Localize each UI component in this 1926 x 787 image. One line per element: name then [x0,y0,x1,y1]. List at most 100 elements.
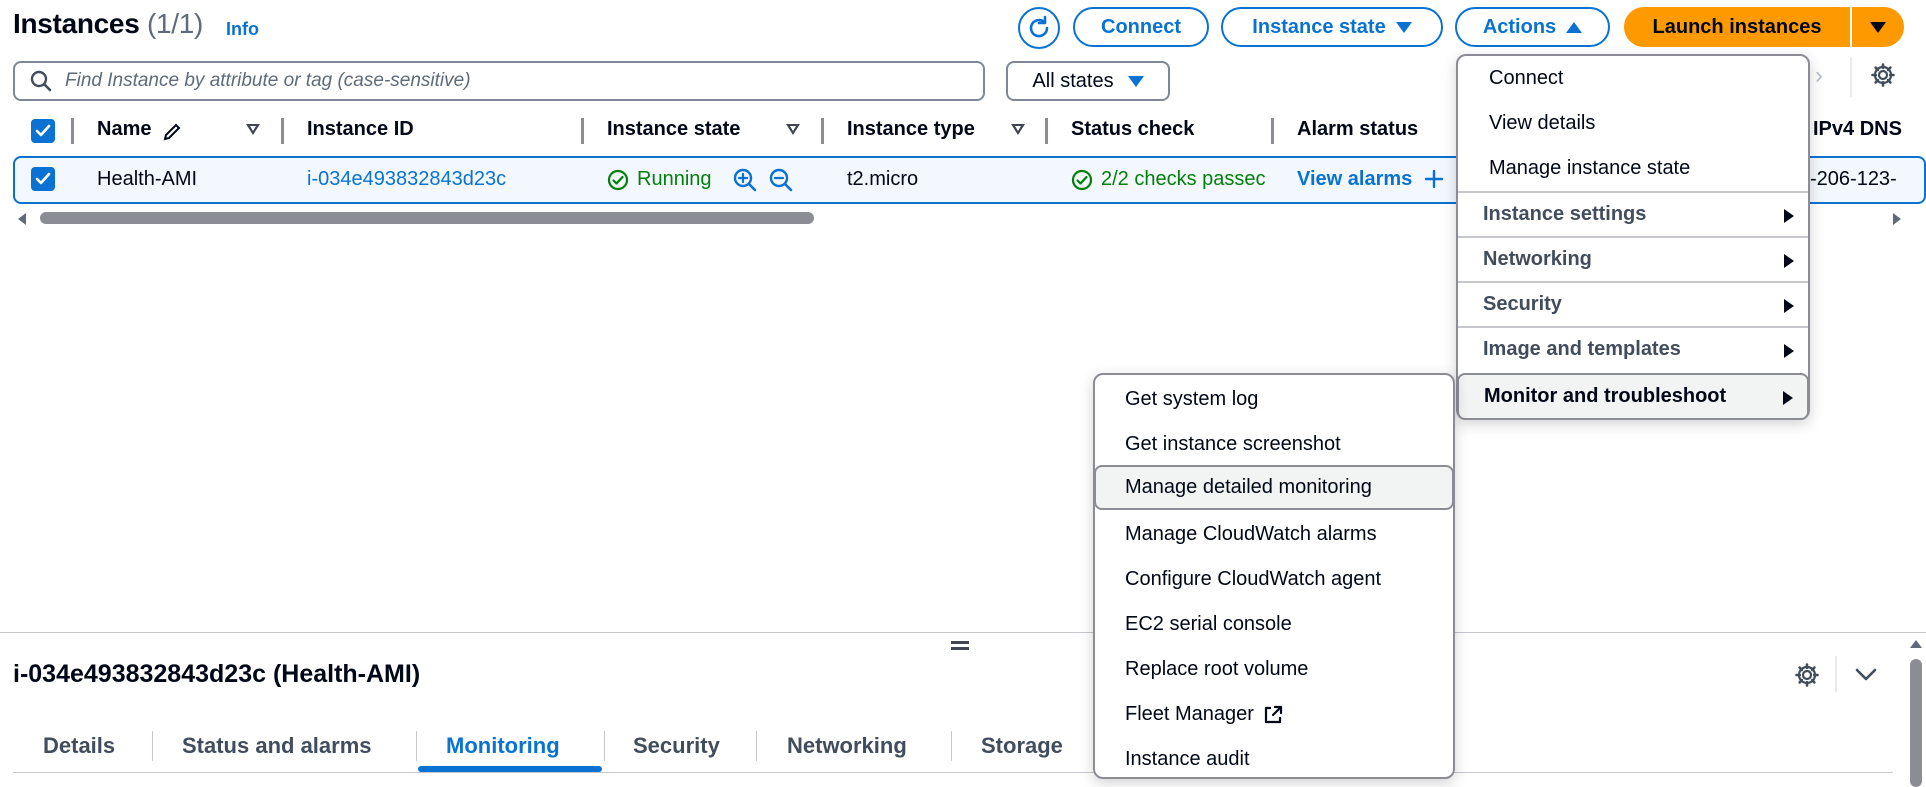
instance-state-button-label: Instance state [1252,15,1386,38]
column-filter-icon[interactable] [786,124,800,135]
instance-name: Health-AMI [97,168,198,190]
submenu-item-fleet-manager[interactable]: Fleet Manager [1095,692,1453,737]
instance-id-link[interactable]: i-034e493832843d23c [307,168,506,191]
checkmark-icon [35,172,51,185]
caret-right-icon [1784,254,1794,268]
search-bar[interactable] [13,61,985,101]
tabs-baseline [13,772,1893,773]
caret-up-icon [1566,21,1583,33]
tab-divider [604,731,605,761]
ipv4-dns-value: -206-123- [1810,168,1897,190]
row-checkbox[interactable] [31,167,55,191]
vertical-scrollbar[interactable] [1910,659,1922,787]
column-divider [821,118,824,144]
scroll-up-arrow[interactable] [1910,640,1922,648]
tab-networking[interactable]: Networking [787,733,907,759]
submenu-item-get-instance-screenshot[interactable]: Get instance screenshot [1095,422,1453,467]
launch-options-button[interactable] [1852,7,1904,47]
menu-group-label: Monitor and troubleshoot [1484,385,1727,407]
scroll-left-arrow[interactable] [18,213,26,225]
submenu-item-instance-audit[interactable]: Instance audit [1095,737,1453,782]
submenu-item-manage-cloudwatch-alarms[interactable]: Manage CloudWatch alarms [1095,512,1453,557]
menu-group-instance-settings[interactable]: Instance settings [1458,191,1808,236]
instance-state-button[interactable]: Instance state [1221,7,1443,47]
instance-state-value: Running [637,168,712,190]
menu-item-label: Connect [1489,67,1564,89]
menu-item-connect[interactable]: Connect [1458,56,1808,101]
submenu-item-configure-cloudwatch-agent[interactable]: Configure CloudWatch agent [1095,557,1453,602]
info-link[interactable]: Info [226,19,259,40]
tab-divider [951,731,952,761]
menu-group-image-and-templates[interactable]: Image and templates [1458,326,1808,371]
next-page-icon[interactable]: › [1815,62,1823,90]
tab-status-and-alarms[interactable]: Status and alarms [182,733,372,759]
refresh-button[interactable] [1018,7,1060,49]
status-check-value: 2/2 checks passec [1101,168,1266,190]
menu-item-view-details[interactable]: View details [1458,101,1808,146]
menu-item-label: View details [1489,112,1596,134]
resize-handle[interactable] [951,641,969,650]
submenu-item-manage-detailed-monitoring[interactable]: Manage detailed monitoring [1094,465,1454,510]
tab-storage[interactable]: Storage [981,733,1063,759]
submenu-item-label: Manage CloudWatch alarms [1125,523,1377,545]
column-divider [281,118,284,144]
caret-right-icon [1784,209,1794,223]
view-alarms-link[interactable]: View alarms [1297,168,1412,191]
actions-button[interactable]: Actions [1455,7,1610,47]
gear-icon[interactable] [1794,662,1820,688]
submenu-item-get-system-log[interactable]: Get system log [1095,377,1453,422]
plus-icon[interactable] [1423,168,1445,190]
column-divider [581,118,584,144]
column-divider [1045,118,1048,144]
actions-button-label: Actions [1482,15,1557,38]
tab-monitoring[interactable]: Monitoring [446,733,560,759]
submenu-item-ec2-serial-console[interactable]: EC2 serial console [1095,602,1453,647]
details-panel-title: i-034e493832843d23c (Health-AMI) [13,660,421,688]
check-circle-icon [1071,169,1093,191]
menu-group-security[interactable]: Security [1458,281,1808,326]
menu-group-networking[interactable]: Networking [1458,236,1808,281]
submenu-item-label: Replace root volume [1125,658,1309,680]
launch-instances-button[interactable]: Launch instances [1624,7,1850,47]
tab-security[interactable]: Security [633,733,720,759]
connect-button-label: Connect [1101,15,1181,38]
column-header-alarm-status[interactable]: Alarm status [1297,118,1418,141]
submenu-item-label: Get instance screenshot [1125,433,1341,455]
menu-group-label: Networking [1483,248,1592,270]
column-header-status-check[interactable]: Status check [1071,118,1194,141]
submenu-item-label: Instance audit [1125,748,1250,770]
tab-details[interactable]: Details [43,733,115,759]
zoom-in-icon[interactable] [732,167,758,193]
scroll-right-arrow[interactable] [1893,213,1901,225]
caret-right-icon [1783,391,1793,405]
monitor-submenu: Get system log Get instance screenshot M… [1093,373,1455,779]
submenu-item-replace-root-volume[interactable]: Replace root volume [1095,647,1453,692]
column-header-instance-type[interactable]: Instance type [847,118,975,141]
column-header-instance-state[interactable]: Instance state [607,118,740,141]
column-header-name[interactable]: Name [97,118,151,141]
checkmark-icon [35,124,51,137]
menu-item-manage-instance-state[interactable]: Manage instance state [1458,146,1808,191]
refresh-icon [1029,15,1049,38]
menu-group-monitor-and-troubleshoot[interactable]: Monitor and troubleshoot [1457,373,1809,420]
submenu-item-label: EC2 serial console [1125,613,1292,635]
column-header-instance-id[interactable]: Instance ID [307,118,414,141]
column-header-ipv4-dns[interactable]: IPv4 DNS [1813,118,1902,141]
column-filter-icon[interactable] [246,124,260,135]
state-filter-select[interactable]: All states [1006,61,1170,101]
select-all-checkbox[interactable] [31,119,55,143]
chevron-down-icon[interactable] [1854,664,1878,684]
launch-instances-label: Launch instances [1652,15,1822,38]
horizontal-scrollbar[interactable] [40,212,814,224]
search-input[interactable] [65,70,965,92]
external-link-icon [1264,705,1283,723]
tab-divider [416,731,417,761]
zoom-out-icon[interactable] [768,167,794,193]
connect-button[interactable]: Connect [1073,7,1209,47]
menu-group-label: Instance settings [1483,203,1647,225]
gear-icon[interactable] [1870,62,1896,88]
column-filter-icon[interactable] [1011,124,1025,135]
submenu-item-label: Configure CloudWatch agent [1125,568,1382,590]
submenu-item-label: Get system log [1125,388,1259,410]
tab-divider [756,731,757,761]
